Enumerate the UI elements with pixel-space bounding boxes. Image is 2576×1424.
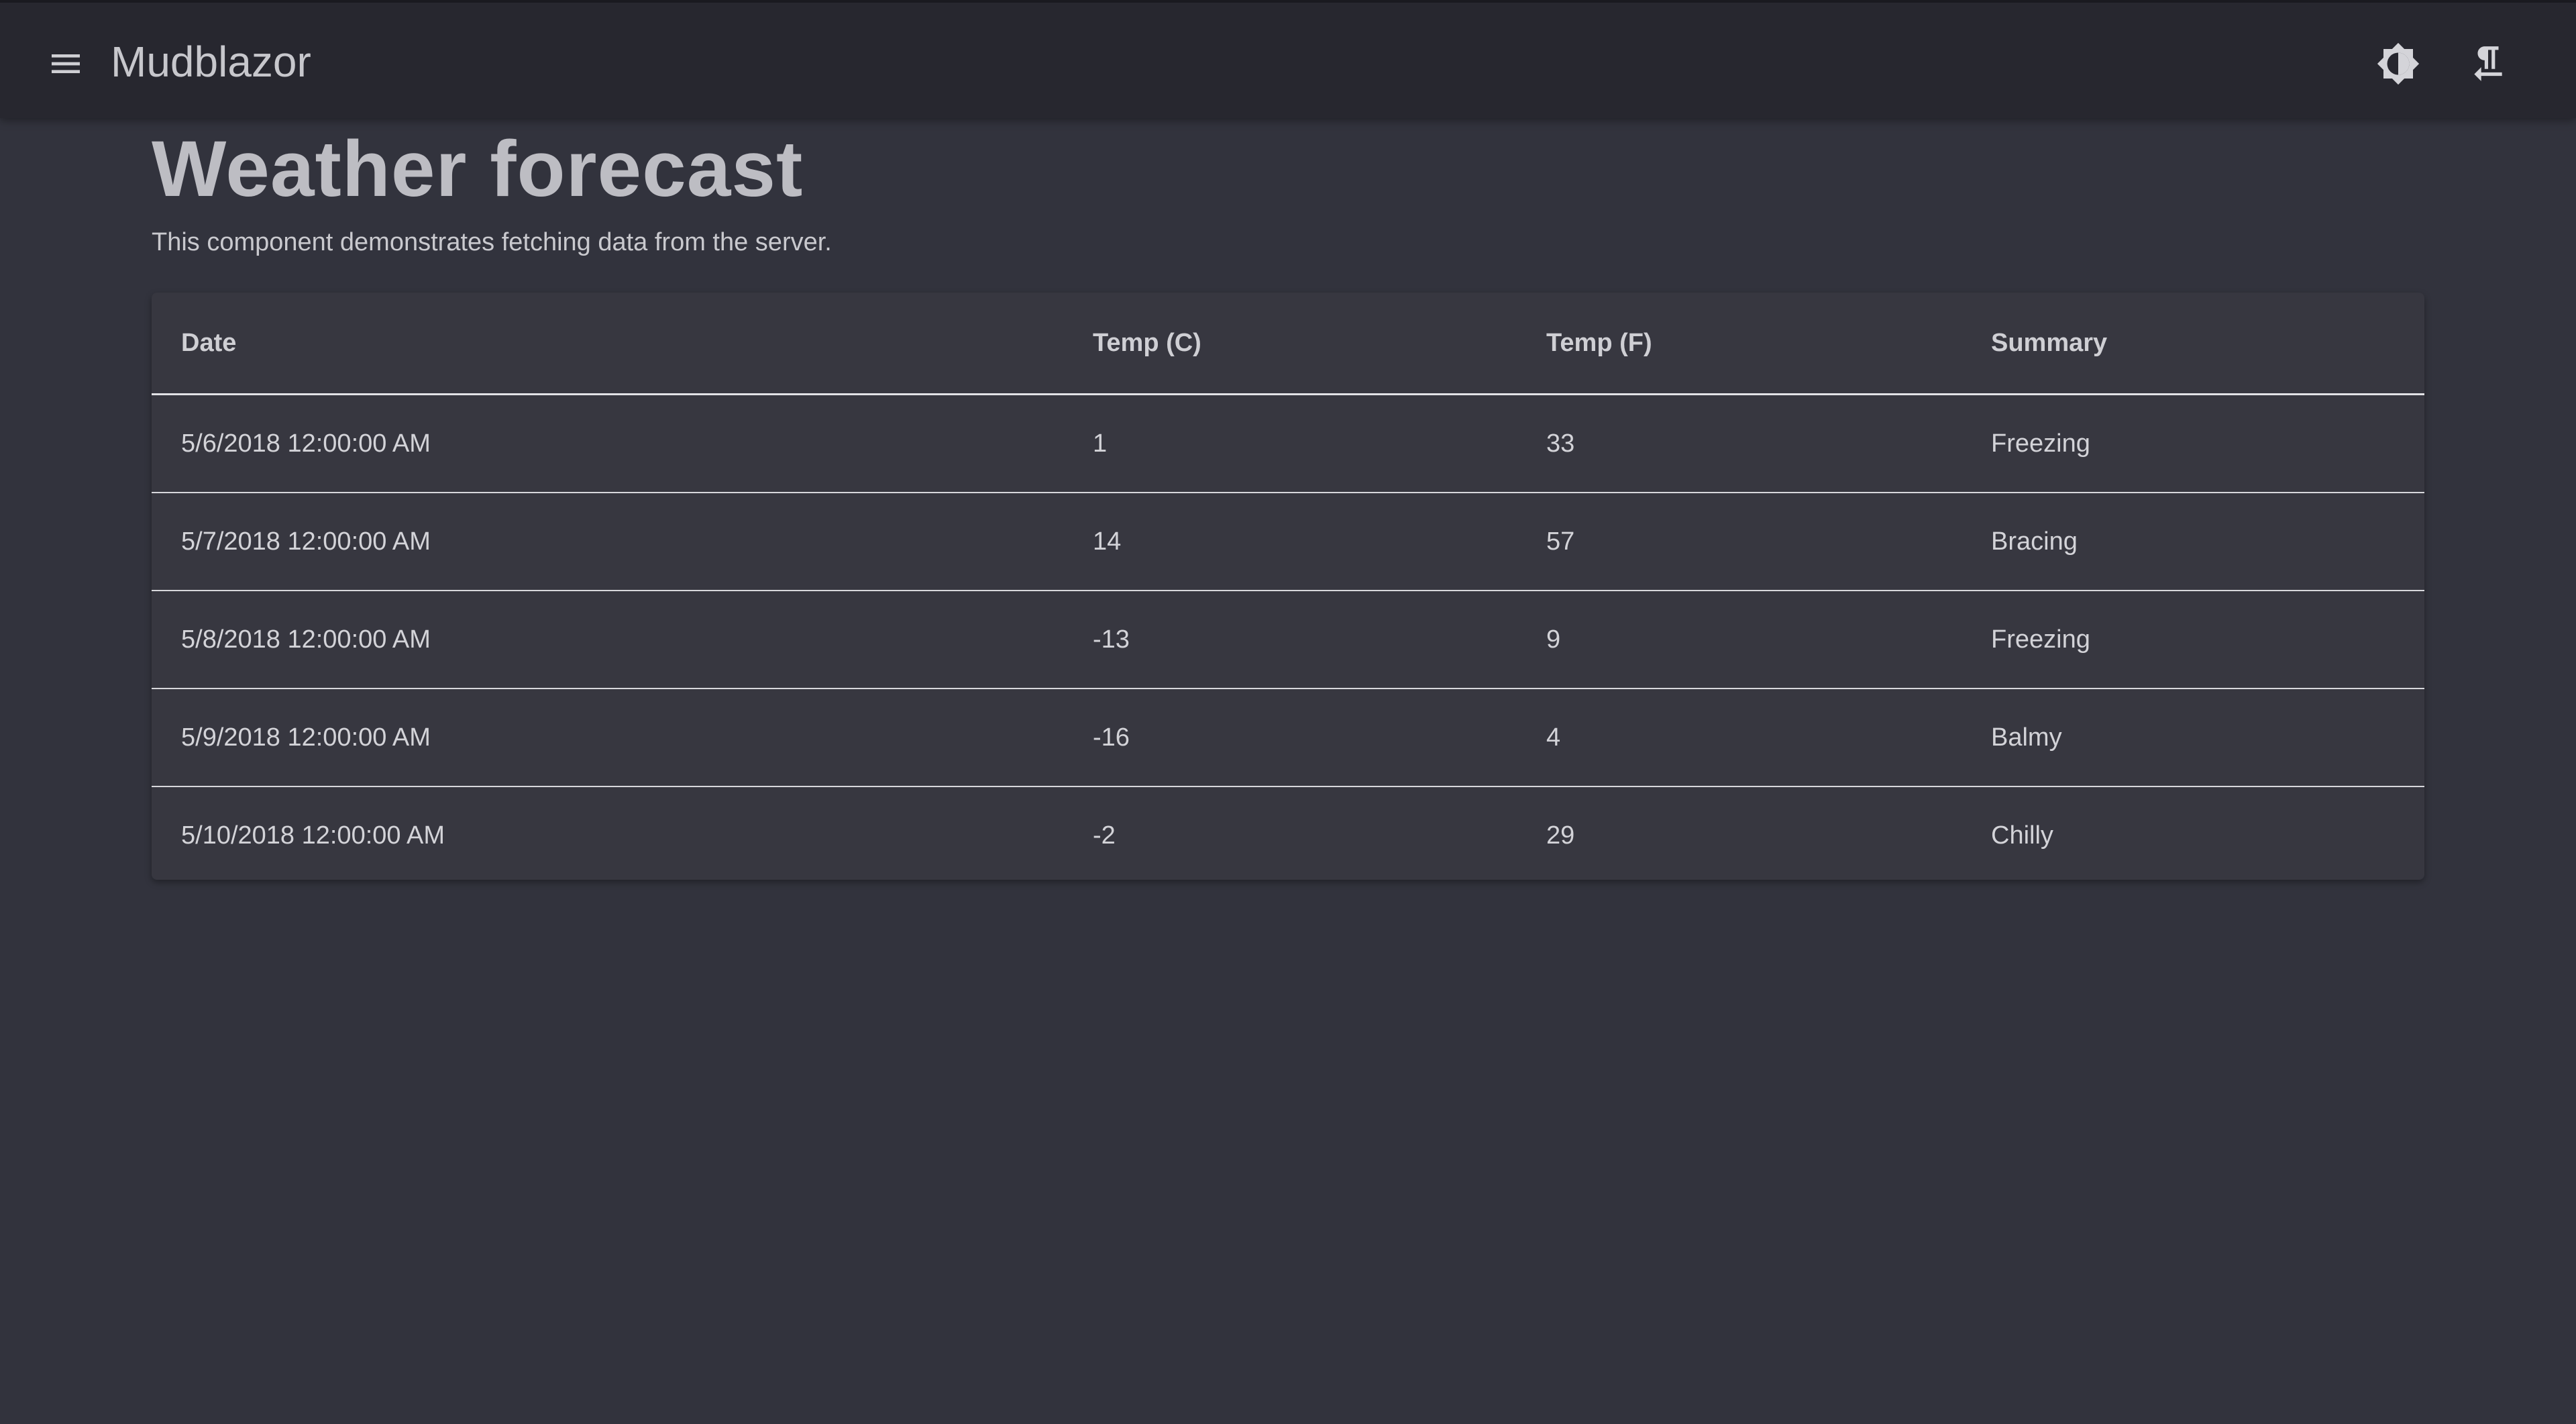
cell-temp-c: 1 bbox=[1063, 394, 1517, 493]
toggle-rtl-button[interactable] bbox=[2451, 27, 2525, 101]
table-row: 5/10/2018 12:00:00 AM -2 29 Chilly bbox=[152, 786, 2424, 880]
table-row: 5/9/2018 12:00:00 AM -16 4 Balmy bbox=[152, 689, 2424, 787]
cell-date: 5/6/2018 12:00:00 AM bbox=[152, 394, 1063, 493]
cell-summary: Freezing bbox=[1962, 394, 2424, 493]
table-row: 5/7/2018 12:00:00 AM 14 57 Bracing bbox=[152, 493, 2424, 591]
app-bar: Mudblazor bbox=[0, 0, 2576, 118]
cell-temp-c: -13 bbox=[1063, 591, 1517, 689]
cell-date: 5/10/2018 12:00:00 AM bbox=[181, 821, 445, 850]
cell-summary: Balmy bbox=[1962, 689, 2424, 787]
cell-summary: Chilly bbox=[1991, 821, 2053, 850]
cell-date: 5/8/2018 12:00:00 AM bbox=[152, 591, 1063, 689]
menu-icon bbox=[52, 54, 80, 73]
table-header-row: Date Temp (C) Temp (F) Summary bbox=[152, 293, 2424, 395]
cell-temp-f: 33 bbox=[1517, 394, 1962, 493]
table-row: 5/6/2018 12:00:00 AM 1 33 Freezing bbox=[152, 394, 2424, 493]
cell-temp-c: -2 bbox=[1093, 821, 1116, 850]
table-row: 5/8/2018 12:00:00 AM -13 9 Freezing bbox=[152, 591, 2424, 689]
page-description: This component demonstrates fetching dat… bbox=[152, 228, 832, 256]
brightness-icon bbox=[2377, 42, 2420, 85]
cell-temp-f: 4 bbox=[1517, 689, 1962, 787]
column-header-temp-f: Temp (F) bbox=[1517, 293, 1962, 395]
cell-summary: Bracing bbox=[1962, 493, 2424, 591]
menu-button[interactable] bbox=[29, 27, 103, 101]
cell-temp-f: 9 bbox=[1517, 591, 1962, 689]
forecast-table: Date Temp (C) Temp (F) Summary 5/6/2018 … bbox=[152, 293, 2424, 880]
cell-temp-c: 14 bbox=[1063, 493, 1517, 591]
cell-temp-f: 57 bbox=[1517, 493, 1962, 591]
page-title: Weather forecast bbox=[152, 125, 804, 213]
toggle-theme-button[interactable] bbox=[2361, 27, 2435, 101]
paragraph-rtl-icon bbox=[2474, 46, 2502, 81]
cell-summary: Freezing bbox=[1962, 591, 2424, 689]
cell-temp-f: 29 bbox=[1546, 821, 1575, 850]
cell-date: 5/7/2018 12:00:00 AM bbox=[152, 493, 1063, 591]
column-header-temp-c: Temp (C) bbox=[1063, 293, 1517, 395]
column-header-summary: Summary bbox=[1962, 293, 2424, 395]
app-title: Mudblazor bbox=[111, 38, 311, 86]
cell-temp-c: -16 bbox=[1063, 689, 1517, 787]
column-header-date: Date bbox=[152, 293, 1063, 395]
cell-date: 5/9/2018 12:00:00 AM bbox=[152, 689, 1063, 787]
forecast-table-card: Date Temp (C) Temp (F) Summary 5/6/2018 … bbox=[152, 293, 2424, 880]
